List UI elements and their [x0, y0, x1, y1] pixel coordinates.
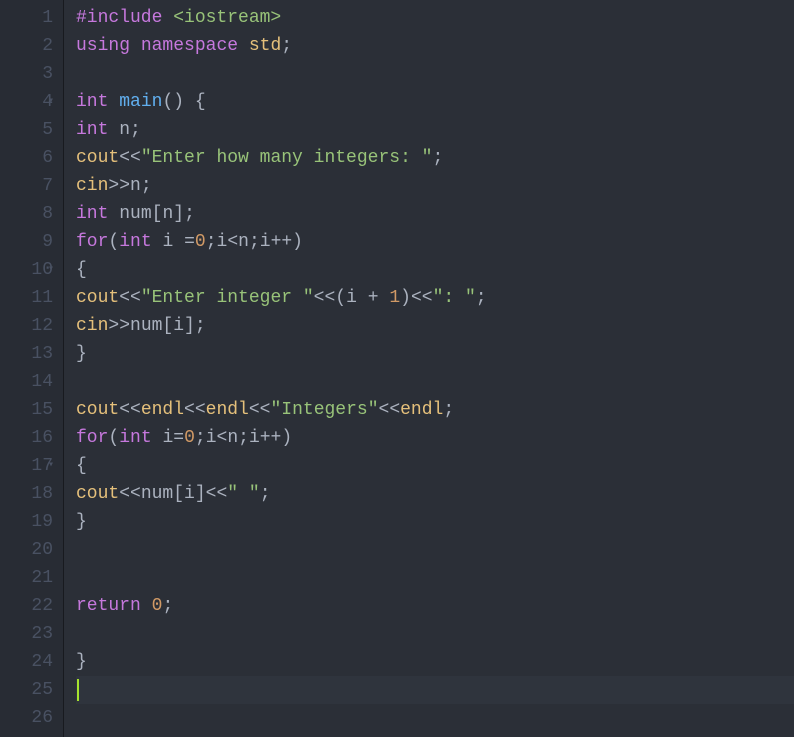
- code-line[interactable]: }: [76, 648, 794, 676]
- line-number: 25: [0, 676, 53, 704]
- gutter: 1 2 3 4▾ 5 6 7 8 9 10▾ 11 12 13 14 15 16…: [0, 0, 64, 737]
- code-line[interactable]: cout<<endl<<endl<<"Integers"<<endl;: [76, 396, 794, 424]
- code-line[interactable]: {: [76, 256, 794, 284]
- code-line[interactable]: [76, 564, 794, 592]
- code-line[interactable]: cout<<num[i]<<" ";: [76, 480, 794, 508]
- line-number: 26: [0, 704, 53, 732]
- line-number: 2: [0, 32, 53, 60]
- fold-marker-icon[interactable]: ▾: [46, 452, 56, 480]
- line-number: 6: [0, 144, 53, 172]
- code-line[interactable]: cout<<"Enter integer "<<(i + 1)<<": ";: [76, 284, 794, 312]
- code-line-active[interactable]: [76, 676, 794, 704]
- code-area[interactable]: #include <iostream> using namespace std;…: [64, 0, 794, 737]
- line-number: 3: [0, 60, 53, 88]
- line-number: 8: [0, 200, 53, 228]
- line-number: 7: [0, 172, 53, 200]
- line-number: 11: [0, 284, 53, 312]
- code-line[interactable]: int n;: [76, 116, 794, 144]
- include-path: <iostream>: [173, 4, 281, 32]
- line-number: 24: [0, 648, 53, 676]
- fold-marker-icon[interactable]: ▾: [46, 256, 56, 284]
- line-number: 20: [0, 536, 53, 564]
- code-line[interactable]: [76, 620, 794, 648]
- line-number: 5: [0, 116, 53, 144]
- code-line[interactable]: {: [76, 452, 794, 480]
- code-line[interactable]: [76, 60, 794, 88]
- code-line[interactable]: int num[n];: [76, 200, 794, 228]
- line-number: 23: [0, 620, 53, 648]
- line-number: 1: [0, 4, 53, 32]
- line-number: 18: [0, 480, 53, 508]
- line-number: 13: [0, 340, 53, 368]
- code-line[interactable]: [76, 368, 794, 396]
- code-line[interactable]: }: [76, 340, 794, 368]
- fold-marker-icon[interactable]: ▾: [46, 88, 56, 116]
- code-line[interactable]: return 0;: [76, 592, 794, 620]
- code-line[interactable]: [76, 704, 794, 732]
- code-line[interactable]: cin>>num[i];: [76, 312, 794, 340]
- code-line[interactable]: for(int i =0;i<n;i++): [76, 228, 794, 256]
- cursor-icon: [77, 679, 79, 701]
- line-number: 15: [0, 396, 53, 424]
- code-line[interactable]: for(int i=0;i<n;i++): [76, 424, 794, 452]
- line-number: 10▾: [0, 256, 53, 284]
- code-line[interactable]: cin>>n;: [76, 172, 794, 200]
- line-number: 17▾: [0, 452, 53, 480]
- line-number: 21: [0, 564, 53, 592]
- line-number: 4▾: [0, 88, 53, 116]
- line-number: 19: [0, 508, 53, 536]
- code-editor[interactable]: 1 2 3 4▾ 5 6 7 8 9 10▾ 11 12 13 14 15 16…: [0, 0, 794, 737]
- line-number: 22: [0, 592, 53, 620]
- line-number: 9: [0, 228, 53, 256]
- code-line[interactable]: [76, 536, 794, 564]
- line-number: 12: [0, 312, 53, 340]
- code-line[interactable]: }: [76, 508, 794, 536]
- code-line[interactable]: cout<<"Enter how many integers: ";: [76, 144, 794, 172]
- line-number: 14: [0, 368, 53, 396]
- line-number: 16: [0, 424, 53, 452]
- code-line[interactable]: #include <iostream>: [76, 4, 794, 32]
- code-line[interactable]: using namespace std;: [76, 32, 794, 60]
- preprocessor: #include: [76, 4, 173, 32]
- code-line[interactable]: int main() {: [76, 88, 794, 116]
